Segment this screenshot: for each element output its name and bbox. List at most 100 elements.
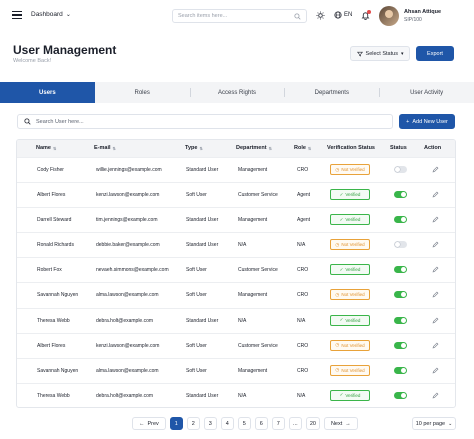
pencil-icon[interactable] — [432, 367, 439, 374]
column-header-type[interactable]: Type ⇅ — [185, 145, 203, 151]
toggle-knob — [401, 192, 406, 198]
dashboard-nav-dropdown[interactable]: Dashboard ⌄ — [31, 11, 71, 18]
status-toggle[interactable] — [394, 266, 407, 274]
pencil-icon[interactable] — [432, 317, 439, 324]
verification-label: Not Verified — [341, 242, 365, 248]
tab-user-activity[interactable]: User Activity — [379, 82, 474, 103]
tab-users[interactable]: Users — [0, 82, 95, 103]
next-page-button[interactable]: Next → — [323, 417, 358, 430]
language-selector[interactable]: EN — [334, 11, 352, 19]
toggle-knob — [395, 167, 400, 172]
status-toggle[interactable] — [394, 341, 407, 349]
verification-badge: ◷ Not Verified — [330, 339, 370, 351]
page-button[interactable]: 6 — [254, 417, 268, 430]
cell-email: kenzi.lawson@example.com — [96, 342, 160, 349]
global-search-input[interactable]: Search items here... — [172, 9, 307, 23]
status-toggle[interactable] — [394, 391, 407, 399]
cell-name: Cody Fisher — [37, 167, 64, 173]
pencil-icon[interactable] — [432, 166, 439, 173]
toggle-knob — [401, 267, 406, 273]
verification-label: Not Verified — [341, 342, 365, 348]
pencil-icon[interactable] — [432, 342, 439, 349]
check-icon: ✓ — [339, 392, 344, 398]
toggle-knob — [401, 217, 406, 223]
page-button[interactable]: 7 — [271, 417, 285, 430]
user-search-input[interactable]: Search User here... — [17, 114, 393, 129]
clock-icon: ◷ — [335, 342, 340, 348]
page-button[interactable]: 20 — [305, 417, 320, 430]
column-header-department[interactable]: Department ⇅ — [236, 145, 272, 151]
pencil-icon[interactable] — [432, 291, 439, 298]
cell-role: CRO — [297, 367, 309, 374]
tab-access-rights[interactable]: Access Rights — [189, 82, 285, 103]
verification-label: Verified — [345, 217, 361, 223]
table-row: Theresa Webb debra.holt@example.com Stan… — [17, 307, 455, 333]
tab-departments[interactable]: Departments — [284, 82, 379, 103]
page-button[interactable]: 3 — [203, 417, 217, 430]
hamburger-icon[interactable] — [12, 11, 22, 20]
cell-type: Standard User — [186, 242, 219, 249]
column-header-email[interactable]: E-mail ⇅ — [94, 145, 116, 151]
verification-badge: ◷ Not Verified — [330, 164, 370, 175]
cell-name: Albert Flores — [37, 342, 66, 349]
select-status-label: Select Status — [365, 50, 398, 57]
pencil-icon[interactable] — [432, 216, 439, 223]
tab-roles[interactable]: Roles — [95, 82, 190, 103]
pencil-icon[interactable] — [432, 191, 439, 198]
status-toggle[interactable] — [394, 216, 407, 224]
cell-email: alma.lawson@example.com — [96, 367, 159, 374]
export-button[interactable]: Export — [416, 46, 454, 61]
sort-icon: ⇅ — [307, 145, 312, 151]
add-user-button[interactable]: + Add New User — [399, 114, 455, 129]
select-status-dropdown[interactable]: Select Status ▾ — [350, 46, 410, 61]
status-toggle[interactable] — [394, 366, 407, 374]
column-header-label: Type — [185, 145, 198, 151]
tab-bar: Users Roles Access Rights Departments Us… — [0, 82, 474, 103]
arrow-right-icon: → — [345, 420, 351, 427]
page-button[interactable]: 5 — [237, 417, 251, 430]
cell-name: Theresa Webb — [37, 317, 70, 324]
table-row: Savannah Nguyen alma.lawson@example.com … — [17, 282, 455, 307]
page-button[interactable]: 4 — [220, 417, 234, 430]
chevron-down-icon: ⌄ — [448, 420, 453, 427]
cell-role: Agent — [297, 217, 311, 224]
per-page-select[interactable]: 10 per page ⌄ — [412, 417, 456, 430]
cell-department: N/A — [238, 392, 247, 399]
column-header-role[interactable]: Role ⇅ — [294, 145, 311, 151]
toggle-knob — [401, 317, 406, 323]
status-toggle[interactable] — [394, 241, 407, 249]
cell-role: N/A — [297, 242, 306, 249]
status-toggle[interactable] — [394, 316, 407, 324]
pagination-ellipsis: ... — [288, 417, 302, 430]
prev-label: Prev — [147, 420, 159, 427]
column-header-action: Action — [424, 145, 441, 151]
cell-department: Customer Service — [238, 192, 278, 199]
cell-type: Soft User — [186, 267, 207, 274]
page-button[interactable]: 1 — [169, 417, 183, 430]
verification-badge: ✓ Verified — [330, 314, 370, 326]
notification-badge — [367, 10, 371, 14]
avatar[interactable] — [379, 6, 399, 26]
cell-role: Agent — [297, 192, 311, 199]
pencil-icon[interactable] — [432, 392, 439, 399]
sun-icon[interactable] — [316, 11, 325, 20]
page-button[interactable]: 2 — [186, 417, 200, 430]
cell-name: Savannah Nguyen — [37, 367, 79, 374]
filter-icon — [356, 51, 363, 57]
status-toggle[interactable] — [394, 291, 407, 299]
pencil-icon[interactable] — [432, 266, 439, 273]
column-header-name[interactable]: Name ⇅ — [36, 145, 56, 151]
check-icon: ✓ — [339, 317, 344, 323]
table-row: Robert Fox nevaeh.simmons@example.com So… — [17, 257, 455, 282]
status-toggle[interactable] — [394, 191, 407, 199]
pencil-icon[interactable] — [432, 241, 439, 248]
cell-department: N/A — [238, 317, 247, 324]
column-header-label: Name — [36, 145, 51, 151]
prev-page-button[interactable]: ← Prev — [132, 417, 166, 430]
user-id: SIP/100 — [404, 17, 422, 23]
page-subtitle: Welcome Back! — [13, 58, 52, 64]
cell-name: Darrell Steward — [37, 217, 72, 224]
table-row: Savannah Nguyen alma.lawson@example.com … — [17, 357, 455, 383]
status-toggle[interactable] — [394, 166, 407, 173]
verification-badge: ◷ Not Verified — [330, 289, 370, 301]
